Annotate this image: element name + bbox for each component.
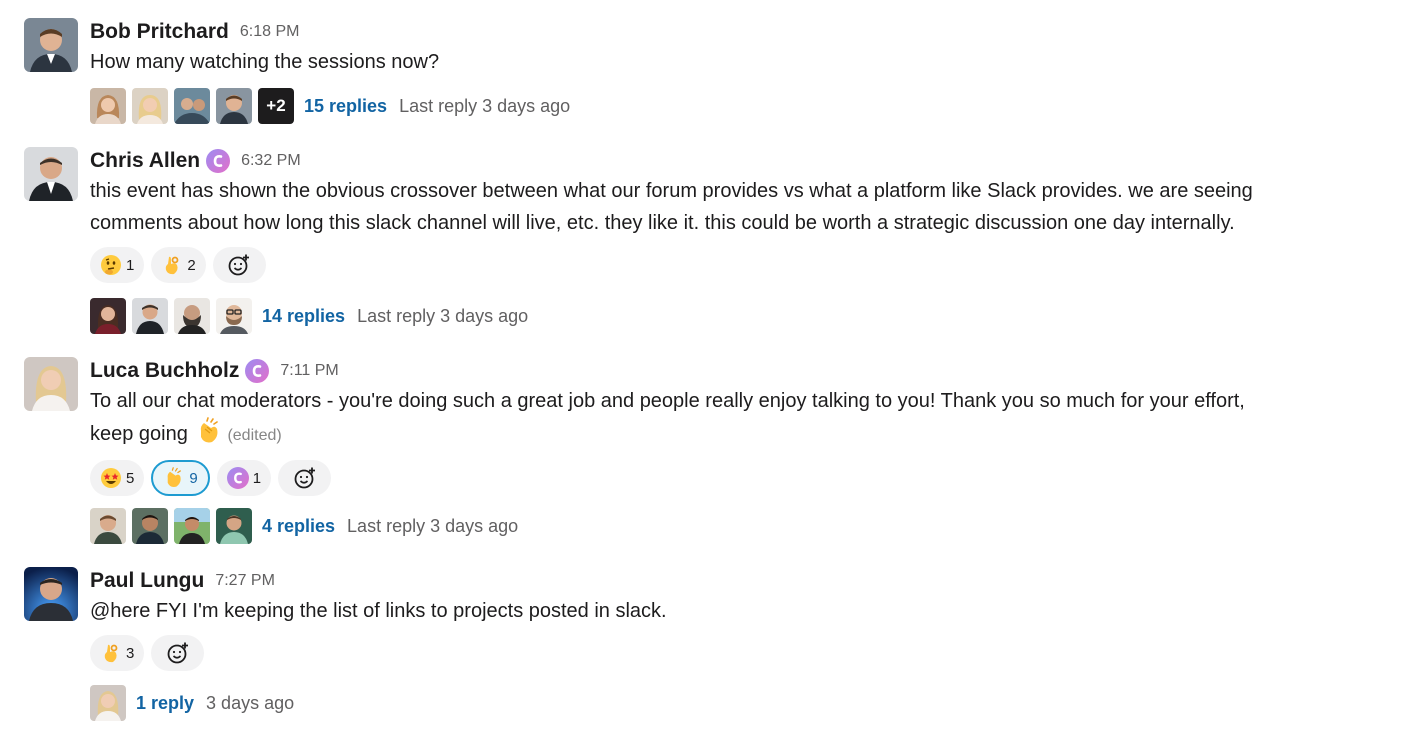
last-reply-time: Last reply 3 days ago: [399, 95, 571, 116]
author-name[interactable]: Chris Allen: [90, 149, 200, 173]
avatar[interactable]: [24, 567, 78, 621]
avatar[interactable]: [24, 147, 78, 201]
thread-summary[interactable]: 1 reply 3 days ago: [90, 685, 294, 721]
reaction-count: 1: [252, 469, 262, 487]
add-reaction-icon: [228, 254, 250, 276]
clapping-hands-icon: [201, 417, 219, 443]
reaction-count: 3: [126, 644, 135, 662]
clapping-hands-icon: [167, 467, 182, 487]
participant-avatar: [90, 88, 126, 124]
reaction-pill[interactable]: 5: [90, 460, 145, 496]
thread-summary[interactable]: +2 15 replies Last reply 3 days ago: [90, 88, 570, 124]
ok-hand-icon: [104, 644, 118, 663]
community-badge-icon[interactable]: [206, 149, 231, 173]
participant-avatar: [132, 508, 168, 544]
community-badge-icon[interactable]: [245, 359, 270, 383]
timestamp[interactable]: 6:32 PM: [241, 152, 301, 170]
last-reply-time: Last reply 3 days ago: [357, 305, 529, 326]
participant-avatar: [90, 298, 126, 334]
avatar[interactable]: [24, 357, 78, 411]
participant-avatar: [90, 508, 126, 544]
reply-count-link[interactable]: 4 replies: [262, 516, 335, 537]
message-text-line: comments about how long this slack chann…: [90, 212, 1235, 234]
timestamp[interactable]: 7:27 PM: [215, 572, 275, 590]
add-reaction-button[interactable]: [212, 247, 266, 283]
participant-avatar: [132, 88, 168, 124]
author-name[interactable]: Luca Buchholz: [90, 359, 239, 383]
message-text: @here FYI I'm keeping the list of links …: [90, 600, 667, 622]
reactions-bar: 5 9 1: [90, 460, 1396, 496]
reactions-bar: 3: [90, 635, 1396, 671]
participant-avatar: [132, 298, 168, 334]
more-participants-badge: +2: [258, 88, 294, 124]
participant-avatar: [174, 88, 210, 124]
reaction-pill-selected[interactable]: 9: [151, 460, 210, 496]
message-text-line: keep going: [90, 423, 188, 445]
reaction-pill[interactable]: 1: [216, 460, 272, 496]
participant-avatar: [216, 88, 252, 124]
reply-count-link[interactable]: 14 replies: [262, 306, 345, 327]
avatar[interactable]: [24, 18, 78, 72]
participant-avatar: [90, 685, 126, 721]
add-reaction-icon: [167, 642, 188, 664]
reaction-count: 5: [126, 469, 135, 487]
reactions-bar: 1 2: [90, 247, 1396, 283]
reaction-pill[interactable]: 2: [151, 247, 206, 283]
reaction-pill[interactable]: 3: [90, 635, 145, 671]
message-text: this event has shown the obvious crossov…: [90, 175, 1396, 239]
last-reply-time: 3 days ago: [206, 692, 295, 713]
message-text-line: this event has shown the obvious crossov…: [90, 180, 1253, 202]
message-text-line: To all our chat moderators - you're doin…: [90, 390, 1245, 412]
author-name[interactable]: Bob Pritchard: [90, 20, 229, 44]
timestamp[interactable]: 6:18 PM: [240, 23, 300, 41]
author-name[interactable]: Paul Lungu: [90, 569, 204, 593]
add-reaction-button[interactable]: [278, 460, 332, 496]
ok-hand-icon: [166, 256, 179, 275]
participant-avatar: [174, 508, 210, 544]
add-reaction-icon: [294, 467, 315, 489]
community-badge-icon: [226, 467, 249, 489]
participant-avatar: [174, 298, 210, 334]
participant-avatar: [216, 508, 252, 544]
star-struck-icon: [101, 468, 121, 488]
timestamp[interactable]: 7:11 PM: [280, 362, 338, 380]
reaction-count: 9: [189, 469, 198, 487]
add-reaction-button[interactable]: [151, 635, 205, 671]
message-text: How many watching the sessions now?: [90, 51, 440, 73]
reply-count-link[interactable]: 1 reply: [136, 693, 194, 714]
thread-summary[interactable]: 14 replies Last reply 3 days ago: [90, 298, 528, 334]
message-text: To all our chat moderators - you're doin…: [90, 385, 1396, 452]
thinking-face-icon: [101, 255, 121, 275]
thread-summary[interactable]: 4 replies Last reply 3 days ago: [90, 508, 518, 544]
participant-avatar: [216, 298, 252, 334]
reply-count-link[interactable]: 15 replies: [304, 96, 387, 117]
reaction-pill[interactable]: 1: [90, 247, 145, 283]
last-reply-time: Last reply 3 days ago: [347, 515, 519, 536]
edited-label: (edited): [227, 427, 282, 444]
reaction-count: 2: [187, 256, 196, 274]
reaction-count: 1: [126, 256, 135, 274]
